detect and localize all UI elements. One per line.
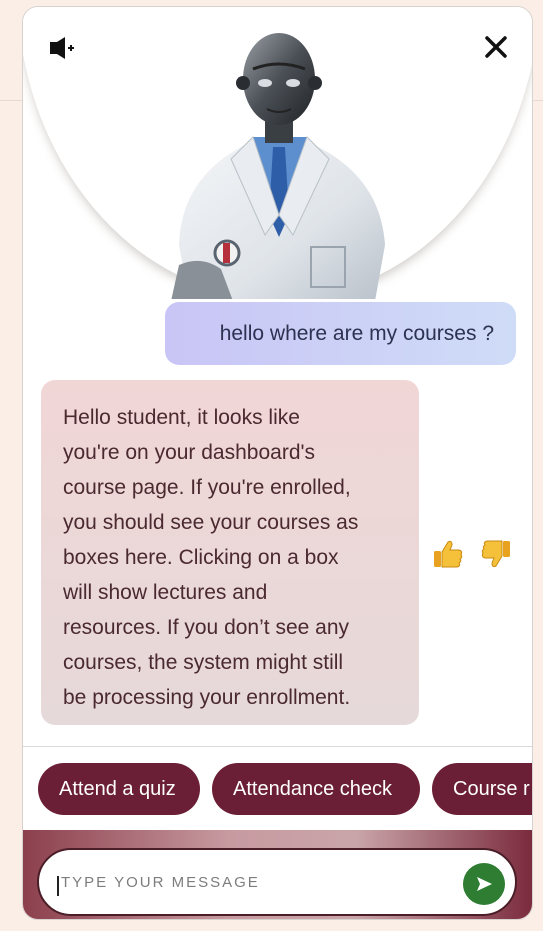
speaker-icon [50, 37, 74, 59]
bot-message-line: be processing your enrollment. [63, 686, 351, 709]
bot-message-bubble: Hello student, it looks like you're on y… [41, 380, 419, 725]
thumbs-down-button[interactable] [479, 537, 513, 571]
quick-reply-bar: Attend a quiz Attendance check Course r [38, 763, 532, 815]
speaker-button[interactable] [47, 35, 79, 61]
quick-reply-attendance-check[interactable]: Attendance check [212, 763, 420, 815]
message-input-container [37, 848, 517, 916]
thumbs-down-icon [481, 540, 510, 568]
close-button[interactable] [482, 33, 510, 61]
bot-message-line: you're on your dashboard's [63, 441, 316, 464]
robot-doctor-avatar [171, 33, 385, 299]
thumbs-up-icon [434, 540, 463, 568]
bot-message-line: will show lectures and [63, 581, 268, 604]
bot-message-line: courses, the system might still [63, 651, 344, 674]
bot-message-line: resources. If you don’t see any [63, 616, 349, 639]
chatbot-window: hello where are my courses ? Hello stude… [22, 6, 533, 920]
bot-message-line: Hello student, it looks like [63, 406, 300, 429]
bot-message-line: boxes here. Clicking on a box [63, 546, 339, 569]
user-message-text: hello where are my courses ? [219, 321, 494, 345]
quick-reply-course[interactable]: Course r [432, 763, 532, 815]
send-icon [477, 877, 492, 891]
thumbs-up-button[interactable] [431, 537, 465, 571]
message-input[interactable] [57, 850, 437, 914]
chat-footer [23, 830, 532, 919]
bot-message-line: course page. If you're enrolled, [63, 476, 351, 499]
close-icon [485, 36, 507, 58]
chat-header [23, 7, 532, 299]
user-message-bubble: hello where are my courses ? [165, 302, 516, 365]
send-button[interactable] [463, 863, 505, 905]
bot-message-line: you should see your courses as [63, 511, 359, 534]
messages-divider [23, 746, 532, 747]
quick-reply-attend-quiz[interactable]: Attend a quiz [38, 763, 200, 815]
